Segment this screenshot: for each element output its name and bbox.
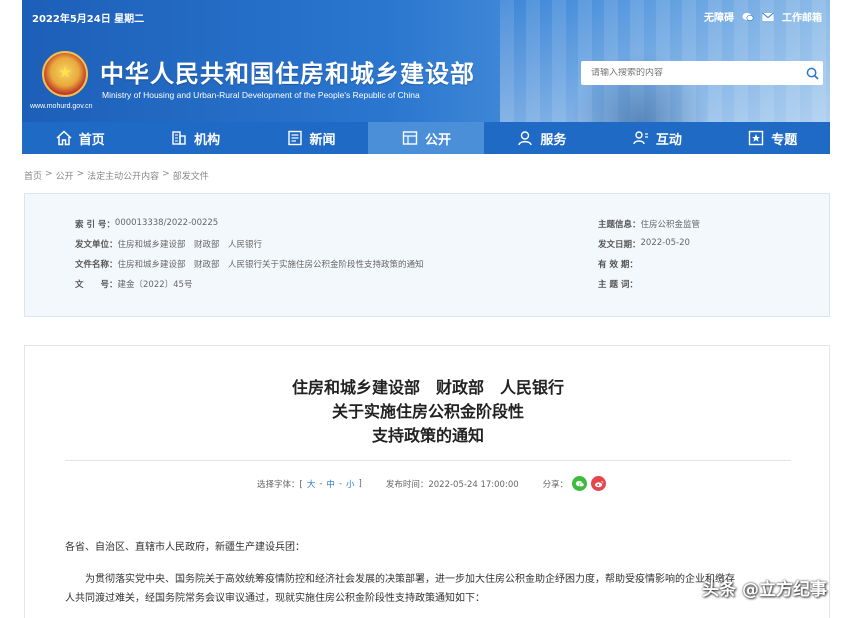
site-title[interactable]: 中华人民共和国住房和城乡建设部 xyxy=(100,54,475,89)
main-nav: 首页 机构 新闻 公开 服务 互动 专题 xyxy=(22,122,830,154)
nav-label-service: 服务 xyxy=(540,132,567,148)
weibo-share-icon[interactable] xyxy=(591,476,607,491)
info-label: 发文单位： xyxy=(75,240,118,250)
nav-label-home: 首页 xyxy=(78,132,105,148)
site-subtitle: Ministry of Housing and Urban-Rural Deve… xyxy=(102,90,420,100)
search-box xyxy=(581,61,823,85)
site-url: www.mohurd.gov.cn xyxy=(30,103,93,110)
salutation: 各省、自治区、直辖市人民政府，新疆生产建设兵团： xyxy=(65,542,305,553)
info-value: 住房和城乡建设部 财政部 人民银行关于实施住房公积金阶段性支持政策的通知 xyxy=(117,260,424,270)
search-icon[interactable] xyxy=(801,62,823,84)
info-value: 2022-05-20 xyxy=(640,238,690,248)
topic-icon xyxy=(749,130,764,146)
paragraph-line: 为贯彻落实党中央、国务院关于高效统筹疫情防控和经济社会发展的决策部署，进一步加大… xyxy=(85,574,735,585)
nav-label-org: 机构 xyxy=(194,132,221,148)
article-title-line3: 支持政策的通知 xyxy=(371,426,484,445)
nav-item-org[interactable]: 机构 xyxy=(137,122,252,154)
info-issuer: 发文单位： 住房和城乡建设部 财政部 人民银行 xyxy=(75,238,262,250)
nav-item-home[interactable]: 首页 xyxy=(22,122,137,154)
article-title-line2: 关于实施住房公积金阶段性 xyxy=(331,402,524,421)
wechat-icon[interactable] xyxy=(742,12,754,22)
wechat-share-icon[interactable] xyxy=(572,476,588,491)
nav-label-interact: 互动 xyxy=(655,132,682,148)
info-label: 文件名称： xyxy=(75,260,118,270)
font-size-separator: - xyxy=(338,478,343,489)
national-emblem-logo: ★ xyxy=(42,51,88,97)
info-filename: 文件名称： 住房和城乡建设部 财政部 人民银行关于实施住房公积金阶段性支持政策的… xyxy=(75,258,424,270)
top-links: 无障碍 工作邮箱 xyxy=(704,9,822,24)
font-size-label: 选择字体：[ xyxy=(257,479,303,490)
title-divider xyxy=(65,460,791,461)
info-value: 住房公积金监管 xyxy=(640,220,701,230)
breadcrumb-statutory[interactable]: 法定主动公开内容 xyxy=(87,169,159,182)
info-docno: 文 号： 建金〔2022〕45号 xyxy=(75,278,192,290)
info-keywords: 主 题 词： xyxy=(598,278,638,290)
accessibility-link[interactable]: 无障碍 xyxy=(704,9,734,24)
nav-label-open: 公开 xyxy=(424,132,451,148)
article-meta-bar: 选择字体：[ 大 - 中 - 小 ] 发布时间：2022-05-24 17:00… xyxy=(257,476,607,491)
nav-item-service[interactable]: 服务 xyxy=(484,122,599,154)
nav-item-news[interactable]: 新闻 xyxy=(253,122,368,154)
font-size-separator: - xyxy=(319,478,323,489)
breadcrumb-separator: > xyxy=(162,169,170,179)
nav-item-open[interactable]: 公开 xyxy=(368,122,484,154)
nav-item-topic[interactable]: 专题 xyxy=(715,122,830,154)
info-topic: 主题信息： 住房公积金监管 xyxy=(598,218,700,230)
open-icon xyxy=(402,131,418,145)
breadcrumb-open[interactable]: 公开 xyxy=(56,169,74,182)
building-icon xyxy=(172,131,186,145)
work-email-link[interactable]: 工作邮箱 xyxy=(782,9,822,24)
current-date: 2022年5月24日 星期二 xyxy=(32,14,145,25)
info-validity: 有 效 期： xyxy=(598,258,638,270)
info-label: 发文日期： xyxy=(598,240,641,250)
breadcrumb-ministry-docs[interactable]: 部发文件 xyxy=(173,169,209,182)
info-label: 索 引 号： xyxy=(75,220,115,230)
info-label: 有 效 期： xyxy=(598,260,638,270)
breadcrumb-separator: > xyxy=(76,169,85,179)
breadcrumb-home[interactable]: 首页 xyxy=(24,169,42,182)
font-size-close: ] xyxy=(358,478,362,489)
breadcrumb-separator: > xyxy=(45,169,53,179)
info-date: 发文日期： 2022-05-20 xyxy=(598,238,690,250)
paragraph-line: 人共同渡过难关，经国务院常务会议审议通过，现就实施住房公积金阶段性支持政策通知如… xyxy=(65,593,485,604)
info-label: 主 题 词： xyxy=(598,280,638,290)
nav-item-interact[interactable]: 互动 xyxy=(599,122,714,154)
font-size-large[interactable]: 大 xyxy=(307,478,316,490)
home-icon xyxy=(56,130,72,146)
font-size-small[interactable]: 小 xyxy=(346,478,355,490)
font-size-medium[interactable]: 中 xyxy=(326,478,335,490)
info-value: 住房和城乡建设部 财政部 人民银行 xyxy=(117,240,263,250)
nav-label-topic: 专题 xyxy=(771,132,798,148)
interact-icon xyxy=(633,131,648,145)
document-info-box: 索 引 号： 000013338/2022-00225 发文单位： 住房和城乡建… xyxy=(24,193,830,317)
news-icon xyxy=(287,130,302,146)
article-title-line1: 住房和城乡建设部 财政部 人民银行 xyxy=(291,378,564,397)
nav-label-news: 新闻 xyxy=(309,132,336,148)
info-label: 文 号： xyxy=(75,280,118,290)
info-value: 建金〔2022〕45号 xyxy=(117,280,193,290)
info-label: 主题信息： xyxy=(598,220,641,230)
breadcrumb: 首页 > 公开 > 法定主动公开内容 > 部发文件 xyxy=(24,169,209,182)
watermark: 头条 @立方纪事 xyxy=(702,580,827,600)
mail-icon xyxy=(762,12,774,22)
search-input[interactable] xyxy=(591,68,801,78)
publish-time: 发布时间：2022-05-24 17:00:00 xyxy=(385,479,519,490)
share-label: 分享： xyxy=(542,479,569,490)
emblem-star-icon: ★ xyxy=(57,62,73,82)
service-icon xyxy=(518,131,533,146)
header-banner: 2022年5月24日 星期二 无障碍 工作邮箱 ★ www.mohurd.gov… xyxy=(22,0,830,122)
info-index: 索 引 号： 000013338/2022-00225 xyxy=(75,218,218,230)
info-value: 000013338/2022-00225 xyxy=(114,218,219,228)
